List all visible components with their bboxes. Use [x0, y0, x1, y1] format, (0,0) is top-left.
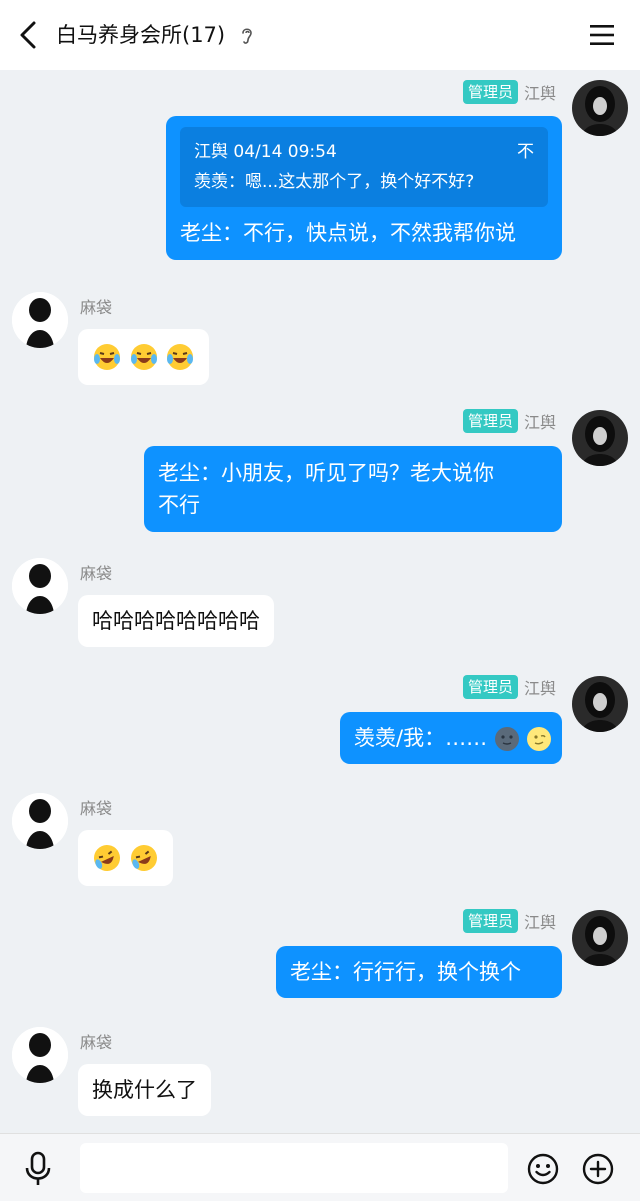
laugh-cry-emoji-icon: [167, 344, 194, 370]
message-text: 羡羡/我：……: [354, 726, 488, 750]
message-bubble[interactable]: [78, 830, 173, 886]
chat-header: 白马养身会所(17): [0, 0, 640, 70]
quoted-message[interactable]: 江舆 04/14 09:54 不 羡羡：嗯...这太那个了，换个好不好?: [180, 127, 548, 207]
quote-close: 不: [517, 142, 534, 162]
sender-name: 江舆: [523, 913, 556, 932]
sender-meta: 管理员 江舆: [462, 675, 556, 699]
message-bubble[interactable]: 羡羡/我：……: [340, 712, 562, 764]
avatar[interactable]: [12, 292, 68, 348]
message-bubble[interactable]: 江舆 04/14 09:54 不 羡羡：嗯...这太那个了，换个好不好? 老尘：…: [166, 116, 562, 260]
message-bubble[interactable]: 哈哈哈哈哈哈哈哈: [78, 595, 274, 647]
admin-badge: 管理员: [462, 409, 518, 433]
mic-icon[interactable]: [22, 1151, 54, 1187]
rolling-laugh-emoji-icon: [130, 845, 157, 871]
admin-badge: 管理员: [462, 909, 518, 933]
chat-title: 白马养身会所(17): [56, 20, 254, 50]
new-moon-face-emoji-icon: [494, 727, 519, 751]
avatar[interactable]: [572, 676, 628, 732]
sender-meta: 管理员 江舆: [462, 909, 556, 933]
back-icon[interactable]: [14, 20, 42, 50]
quote-sender: 江舆 04/14 09:54: [194, 142, 337, 162]
avatar[interactable]: [12, 793, 68, 849]
admin-badge: 管理员: [462, 675, 518, 699]
sender-name: 麻袋: [80, 564, 113, 583]
avatar[interactable]: [12, 558, 68, 614]
input-bar: [0, 1133, 640, 1201]
menu-icon[interactable]: [590, 24, 614, 46]
laugh-cry-emoji-icon: [130, 344, 157, 370]
plus-icon[interactable]: [582, 1153, 614, 1185]
avatar[interactable]: [572, 80, 628, 136]
sender-name: 麻袋: [80, 1033, 113, 1052]
rolling-laugh-emoji-icon: [94, 845, 120, 871]
sender-meta: 管理员 江舆: [462, 409, 556, 433]
sender-name: 江舆: [523, 413, 556, 432]
sender-meta: 管理员 江舆: [462, 80, 556, 104]
message-bubble[interactable]: 换成什么了: [78, 1064, 211, 1116]
message-text-line2: 不行: [158, 493, 200, 517]
sender-name: 江舆: [523, 84, 556, 103]
message-text: 换成什么了: [92, 1078, 197, 1102]
sender-name: 麻袋: [80, 799, 113, 818]
message-input[interactable]: [80, 1143, 508, 1193]
full-moon-face-emoji-icon: [527, 727, 552, 751]
sender-name: 江舆: [523, 679, 556, 698]
sender-name: 麻袋: [80, 298, 113, 317]
admin-badge: 管理员: [462, 80, 518, 104]
smile-icon[interactable]: [527, 1153, 559, 1185]
laugh-cry-emoji-icon: [94, 344, 120, 370]
message-text: 老尘：不行，快点说，不然我帮你说: [180, 221, 516, 245]
avatar[interactable]: [572, 910, 628, 966]
message-text: 哈哈哈哈哈哈哈哈: [92, 609, 260, 633]
message-bubble[interactable]: 老尘：小朋友，听见了吗？老大说你 不行: [144, 446, 562, 532]
avatar[interactable]: [12, 1027, 68, 1083]
avatar[interactable]: [572, 410, 628, 466]
message-bubble[interactable]: [78, 329, 210, 385]
quote-text: 羡羡：嗯...这太那个了，换个好不好?: [194, 172, 475, 192]
group-name: 白马养身会所(17): [56, 23, 226, 47]
message-bubble[interactable]: 老尘：行行行，换个换个: [276, 946, 562, 998]
message-text: 老尘：小朋友，听见了吗？老大说你: [158, 461, 494, 485]
message-text: 老尘：行行行，换个换个: [290, 960, 521, 984]
ear-icon: [241, 28, 252, 44]
